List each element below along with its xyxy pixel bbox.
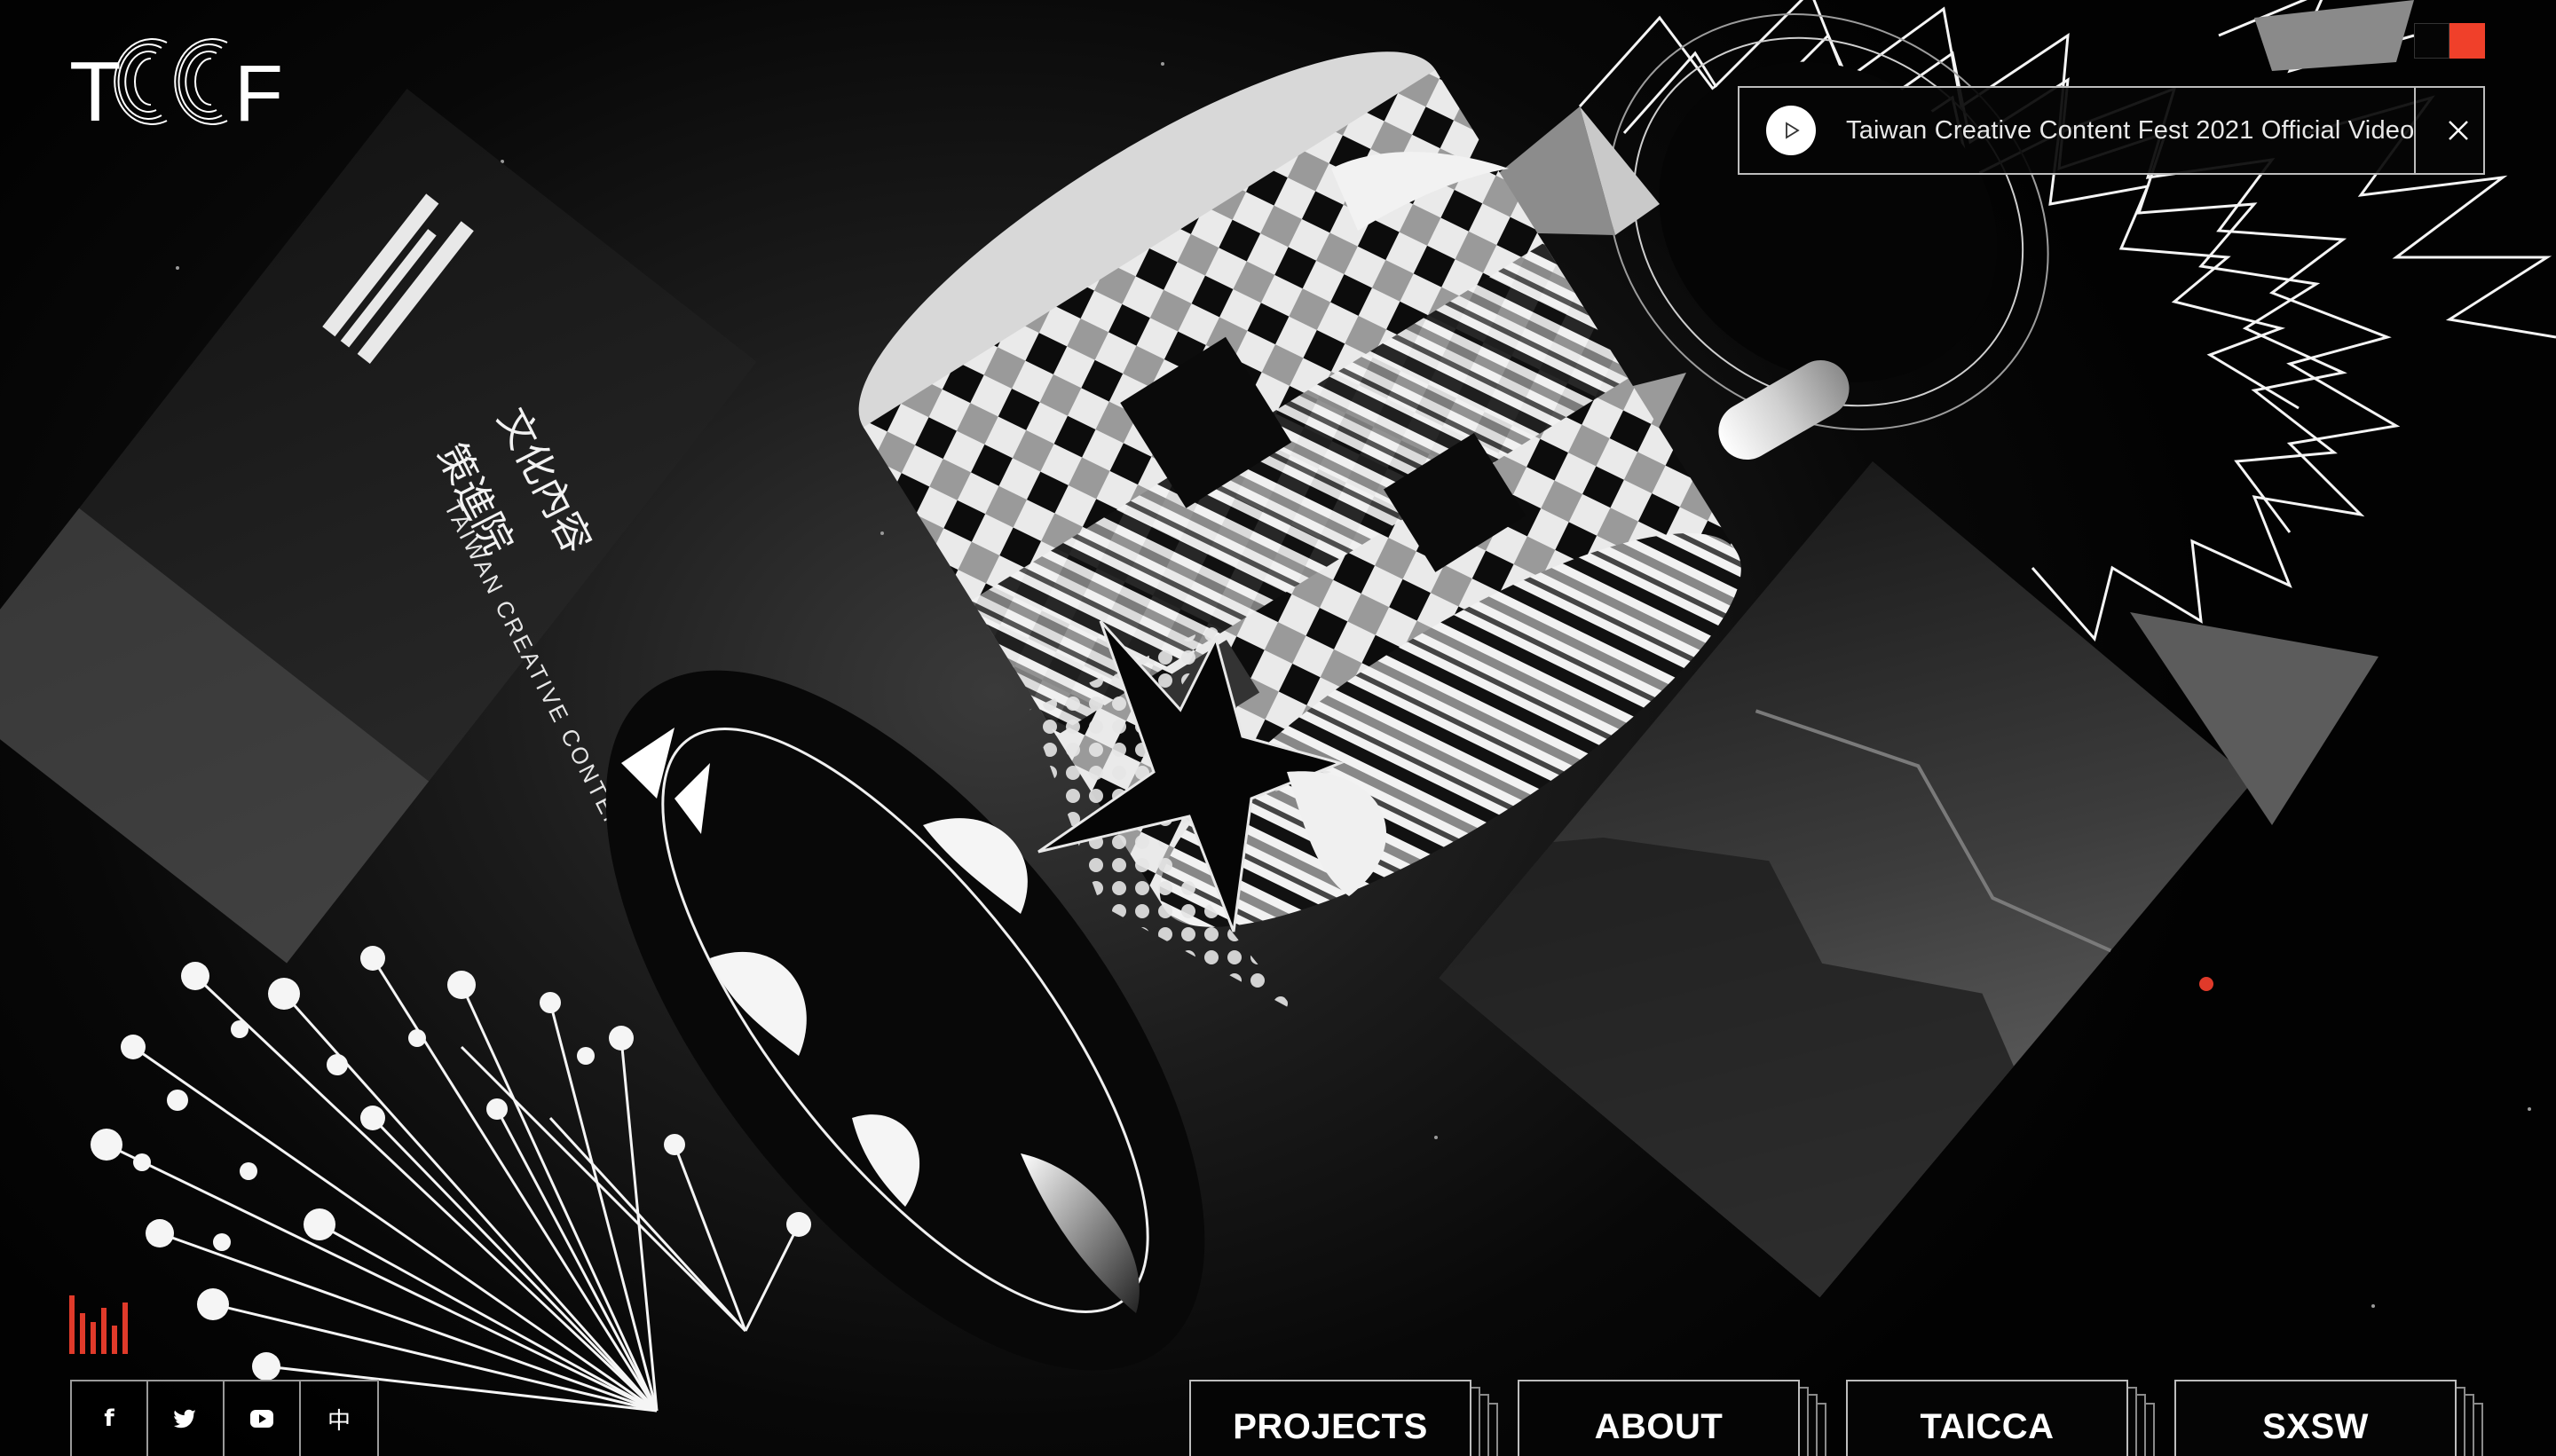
nav-sxsw-label: SXSW [2262, 1406, 2369, 1446]
facebook-icon: f [104, 1405, 114, 1432]
close-icon [2449, 121, 2469, 140]
youtube-link[interactable] [225, 1381, 301, 1456]
theme-swatch-accent[interactable] [2450, 23, 2485, 59]
nav-taicca-label: TAICCA [1920, 1406, 2055, 1446]
svg-text:F: F [234, 50, 282, 138]
sound-bars-icon[interactable] [67, 1295, 135, 1354]
nav-taicca[interactable]: TAICCA [1846, 1380, 2158, 1456]
language-icon: 中 [327, 1407, 351, 1435]
twitter-icon [174, 1409, 196, 1428]
social-links: f 中 [70, 1380, 379, 1456]
language-switch[interactable]: 中 [301, 1381, 377, 1456]
svg-text:T: T [69, 44, 122, 139]
nav-about[interactable]: ABOUT [1518, 1380, 1830, 1456]
hero-3d-scene: TAIWAN CREATIVE CONTENT AGENCY 文化內容 策進院 [0, 0, 2556, 1413]
twitter-link[interactable] [148, 1381, 225, 1456]
close-banner-button[interactable] [2414, 88, 2501, 173]
theme-swatch-dark[interactable] [2414, 23, 2450, 59]
hero-stage[interactable]: TAIWAN CREATIVE CONTENT AGENCY 文化內容 策進院 [0, 0, 2556, 1456]
nav-sxsw[interactable]: SXSW [2174, 1380, 2487, 1456]
video-title[interactable]: Taiwan Creative Content Fest 2021 Offici… [1846, 116, 2414, 146]
play-video-button[interactable] [1766, 106, 1816, 155]
tcccf-logo[interactable]: T F [69, 23, 282, 142]
play-icon [1786, 122, 1800, 139]
official-video-banner[interactable]: Taiwan Creative Content Fest 2021 Offici… [1738, 86, 2485, 175]
nav-projects-label: PROJECTS [1233, 1406, 1428, 1446]
facebook-link[interactable]: f [72, 1381, 148, 1456]
accent-dot [2199, 977, 2213, 991]
nav-projects[interactable]: PROJECTS [1189, 1380, 1502, 1456]
nav-about-label: ABOUT [1594, 1406, 1724, 1446]
theme-switcher[interactable] [2414, 23, 2485, 59]
youtube-icon [250, 1410, 273, 1428]
